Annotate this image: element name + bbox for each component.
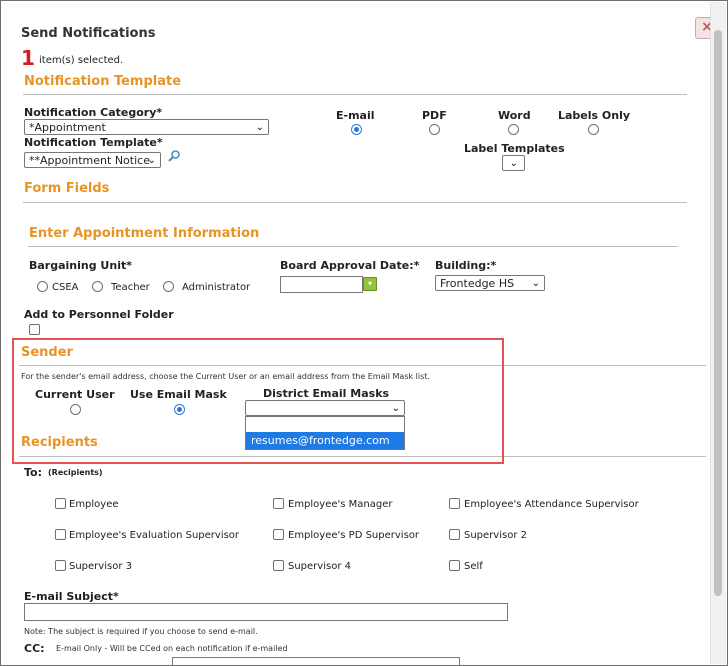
chevron-down-icon: ⌄ [531,278,540,289]
dialog-title: Send Notifications [21,26,156,41]
building-label: Building:* [435,259,497,272]
form-fields-divider [23,202,687,203]
format-pdf-label: PDF [422,109,447,122]
email-subject-note: Note: The subject is required if you cho… [24,627,258,636]
chevron-down-icon: ⌄ [255,122,264,133]
search-icon[interactable] [167,149,181,163]
recipient-self-label: Self [464,561,483,572]
notification-template-value: **Appointment Notice [29,154,150,167]
recipient-self-checkbox[interactable] [449,560,460,571]
cc-note: E-mail Only - Will be CCed on each notif… [56,644,288,653]
notification-template-heading: Notification Template [24,74,182,89]
to-hint: (Recipients) [48,468,103,477]
notification-category-label: Notification Category* [24,106,163,119]
bargaining-csea-label: CSEA [52,282,79,293]
chevron-down-icon: ⌄ [509,158,518,169]
bargaining-administrator-radio[interactable] [163,281,174,292]
format-word-radio[interactable] [508,124,519,135]
bargaining-unit-label: Bargaining Unit* [29,259,132,272]
send-notifications-dialog: × Send Notifications 1 item(s) selected.… [0,0,728,666]
bargaining-administrator-label: Administrator [182,282,251,293]
notification-category-value: *Appointment [29,121,106,134]
recipient-supervisor-4-checkbox[interactable] [273,560,284,571]
board-approval-date-label: Board Approval Date:* [280,259,420,272]
personnel-folder-checkbox[interactable] [29,324,40,335]
label-templates-label: Label Templates [464,142,565,155]
chevron-down-icon: ⌄ [147,155,156,166]
recipient-supervisor-2-checkbox[interactable] [449,529,460,540]
recipient-pd-supervisor-checkbox[interactable] [273,529,284,540]
to-label: To: [24,466,42,479]
building-value: Frontedge HS [440,277,515,290]
email-subject-input[interactable] [24,603,508,621]
recipient-supervisor-3-label: Supervisor 3 [69,561,132,572]
notification-template-divider [23,94,687,95]
email-subject-label: E-mail Subject* [24,590,119,603]
form-fields-heading: Form Fields [24,181,110,196]
vertical-scrollbar[interactable] [710,2,726,664]
recipient-pd-supervisor-label: Employee's PD Supervisor [288,530,420,541]
recipient-attendance-supervisor-label: Employee's Attendance Supervisor [464,499,639,510]
label-templates-select[interactable]: ⌄ [502,155,525,171]
recipient-employee-manager-checkbox[interactable] [273,498,284,509]
recipient-attendance-supervisor-checkbox[interactable] [449,498,460,509]
scrollbar-thumb[interactable] [714,30,722,596]
recipient-supervisor-3-checkbox[interactable] [55,560,66,571]
recipient-employee-label: Employee [69,499,119,510]
bargaining-csea-radio[interactable] [37,281,48,292]
recipient-evaluation-supervisor-label: Employee's Evaluation Supervisor [69,530,240,541]
selected-count: 1 [21,46,35,70]
sender-highlight-box [12,338,504,464]
board-approval-date-input[interactable] [280,276,363,293]
notification-template-label: Notification Template* [24,136,163,149]
personnel-folder-label: Add to Personnel Folder [24,308,174,321]
appointment-info-heading: Enter Appointment Information [29,226,260,241]
cc-input[interactable] [172,657,460,665]
selected-text: item(s) selected. [39,55,124,66]
recipient-supervisor-4-label: Supervisor 4 [288,561,351,572]
building-select[interactable]: Frontedge HS ⌄ [435,275,545,291]
appointment-info-divider [28,246,678,247]
recipient-employee-checkbox[interactable] [55,498,66,509]
recipient-employee-manager-label: Employee's Manager [288,499,393,510]
recipient-evaluation-supervisor-checkbox[interactable] [55,529,66,540]
format-word-label: Word [498,109,531,122]
recipient-supervisor-2-label: Supervisor 2 [464,530,527,541]
format-email-radio[interactable] [351,124,362,135]
format-email-label: E-mail [336,109,375,122]
notification-template-select[interactable]: **Appointment Notice ⌄ [24,152,161,168]
format-labels-only-label: Labels Only [558,109,631,122]
format-labels-only-radio[interactable] [588,124,599,135]
bargaining-teacher-radio[interactable] [92,281,103,292]
cc-label: CC: [24,642,45,655]
bargaining-teacher-label: Teacher [111,282,150,293]
format-pdf-radio[interactable] [429,124,440,135]
calendar-icon[interactable]: ▾ [363,277,377,291]
notification-category-select[interactable]: *Appointment ⌄ [24,119,269,135]
